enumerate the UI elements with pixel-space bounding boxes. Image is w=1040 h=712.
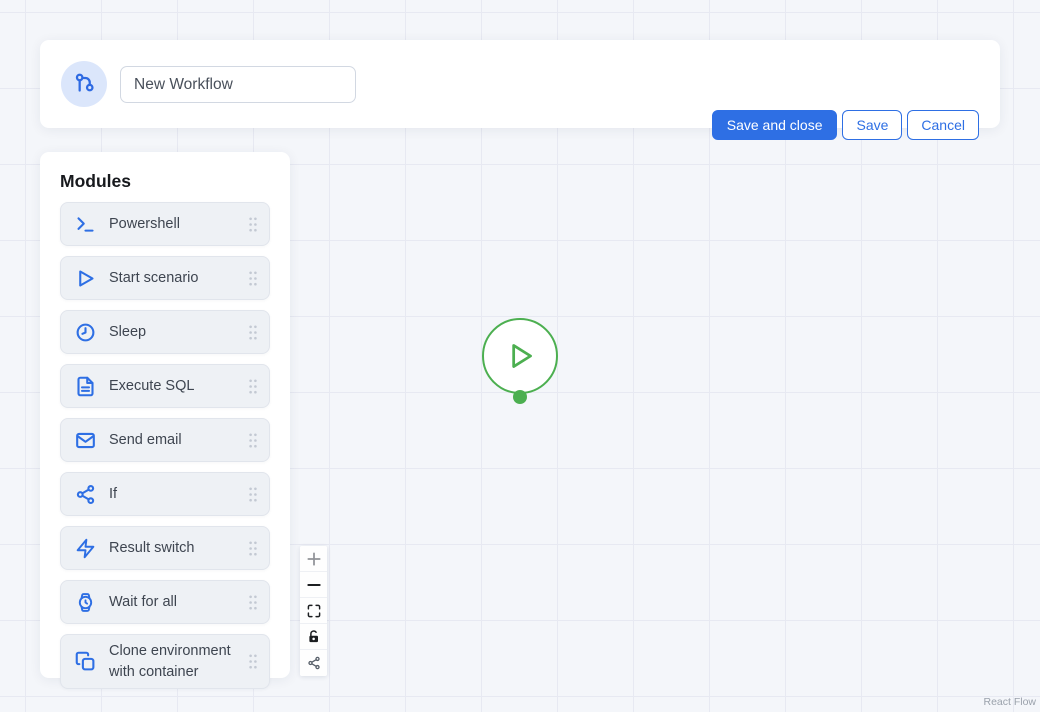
modules-panel-title: Modules	[60, 171, 131, 191]
flow-controls	[300, 546, 327, 676]
branch-share-icon	[74, 483, 96, 505]
header-actions: Save and close Save Cancel	[711, 110, 979, 140]
drag-handle-icon[interactable]	[248, 378, 258, 395]
start-node[interactable]	[482, 318, 558, 394]
terminal-icon	[74, 213, 96, 235]
plus-icon	[306, 551, 321, 566]
module-item-label: Wait for all	[109, 593, 177, 610]
workflow-branch-icon	[75, 73, 94, 92]
module-item-send-email[interactable]: Send email	[60, 418, 270, 462]
module-item-label: Sleep	[109, 323, 147, 340]
save-button[interactable]: Save	[842, 110, 903, 140]
drag-handle-icon[interactable]	[248, 270, 258, 287]
drag-handle-icon[interactable]	[248, 486, 258, 503]
share-icon	[307, 656, 320, 670]
modules-panel: Modules Powershell Start scenario Sleep …	[40, 152, 290, 689]
workflow-canvas[interactable]: Save and close Save Cancel Modules Power…	[0, 0, 1040, 712]
fit-view-button[interactable]	[300, 598, 327, 624]
cancel-button[interactable]: Cancel	[907, 110, 979, 140]
lock-icon	[309, 630, 318, 643]
module-item-powershell[interactable]: Powershell	[60, 202, 270, 246]
module-item-clone-environment[interactable]: Clone environment with container	[60, 634, 270, 689]
minus-icon	[306, 583, 321, 586]
module-item-label: Clone environment with container	[109, 642, 231, 680]
drag-handle-icon[interactable]	[248, 432, 258, 449]
drag-handle-icon[interactable]	[248, 594, 258, 611]
module-item-wait-for-all[interactable]: Wait for all	[60, 580, 270, 624]
drag-handle-icon[interactable]	[248, 653, 258, 670]
module-item-label: If	[109, 485, 118, 502]
workflow-badge	[61, 61, 107, 107]
module-item-label: Execute SQL	[109, 377, 195, 394]
workflow-header: Save and close Save Cancel	[40, 40, 1000, 140]
copy-icon	[74, 651, 96, 673]
zoom-out-button[interactable]	[300, 572, 327, 598]
drag-handle-icon[interactable]	[248, 216, 258, 233]
module-item-start-scenario[interactable]: Start scenario	[60, 256, 270, 300]
mail-icon	[74, 429, 96, 451]
zap-icon	[74, 537, 96, 559]
play-icon	[74, 267, 96, 289]
module-item-label: Powershell	[109, 215, 180, 232]
clock-icon	[74, 321, 96, 343]
module-item-if[interactable]: If	[60, 472, 270, 516]
fit-view-icon	[307, 604, 320, 617]
module-item-label: Result switch	[109, 539, 195, 556]
file-text-icon	[74, 375, 96, 397]
share-button[interactable]	[300, 650, 327, 676]
drag-handle-icon[interactable]	[248, 540, 258, 557]
module-item-result-switch[interactable]: Result switch	[60, 526, 270, 570]
module-item-label: Send email	[109, 431, 182, 448]
zoom-in-button[interactable]	[300, 546, 327, 572]
react-flow-attribution[interactable]: React Flow	[983, 696, 1036, 708]
play-circle-icon	[512, 344, 532, 368]
watch-icon	[74, 591, 96, 613]
module-item-label: Start scenario	[109, 269, 199, 286]
lock-button[interactable]	[300, 624, 327, 650]
workflow-name-input[interactable]	[120, 66, 356, 103]
drag-handle-icon[interactable]	[248, 324, 258, 341]
node-output-handle[interactable]	[513, 390, 527, 404]
module-item-sleep[interactable]: Sleep	[60, 310, 270, 354]
save-and-close-button[interactable]: Save and close	[711, 110, 838, 140]
module-item-execute-sql[interactable]: Execute SQL	[60, 364, 270, 408]
